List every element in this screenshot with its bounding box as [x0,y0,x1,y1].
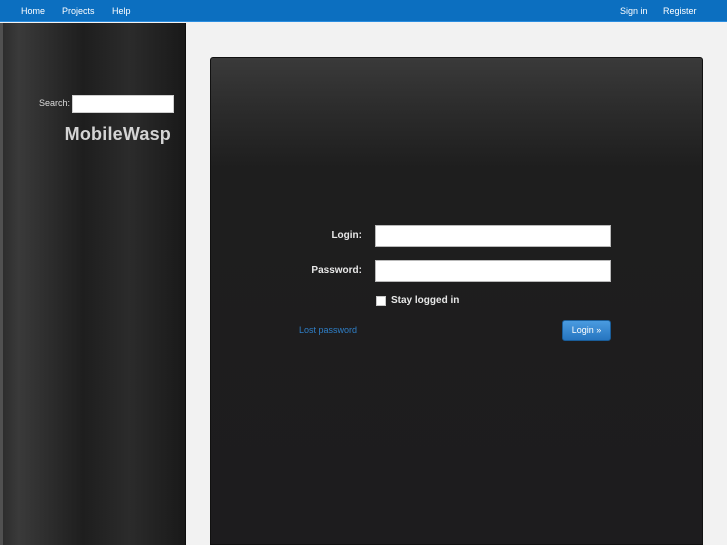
password-label: Password: [311,265,362,276]
site-title[interactable]: MobileWasp [65,124,171,145]
stay-logged-in-checkbox[interactable] [376,296,386,306]
login-input[interactable] [375,225,611,247]
sidebar: Search: MobileWasp [0,23,186,545]
login-label: Login: [331,230,362,241]
nav-sign-in-link[interactable]: Sign in [620,5,648,17]
search-label: Search: [39,98,71,108]
nav-projects-link[interactable]: Projects [62,5,95,17]
search-input[interactable] [72,95,174,113]
login-button[interactable]: Login » [562,320,611,341]
password-input[interactable] [375,260,611,282]
lost-password-link[interactable]: Lost password [299,325,357,335]
stay-logged-in-label[interactable]: Stay logged in [391,295,459,306]
nav-home-link[interactable]: Home [21,5,45,17]
top-nav-bar: Home Projects Help Sign in Register [0,0,727,22]
nav-register-link[interactable]: Register [663,5,697,17]
nav-help-link[interactable]: Help [112,5,131,17]
